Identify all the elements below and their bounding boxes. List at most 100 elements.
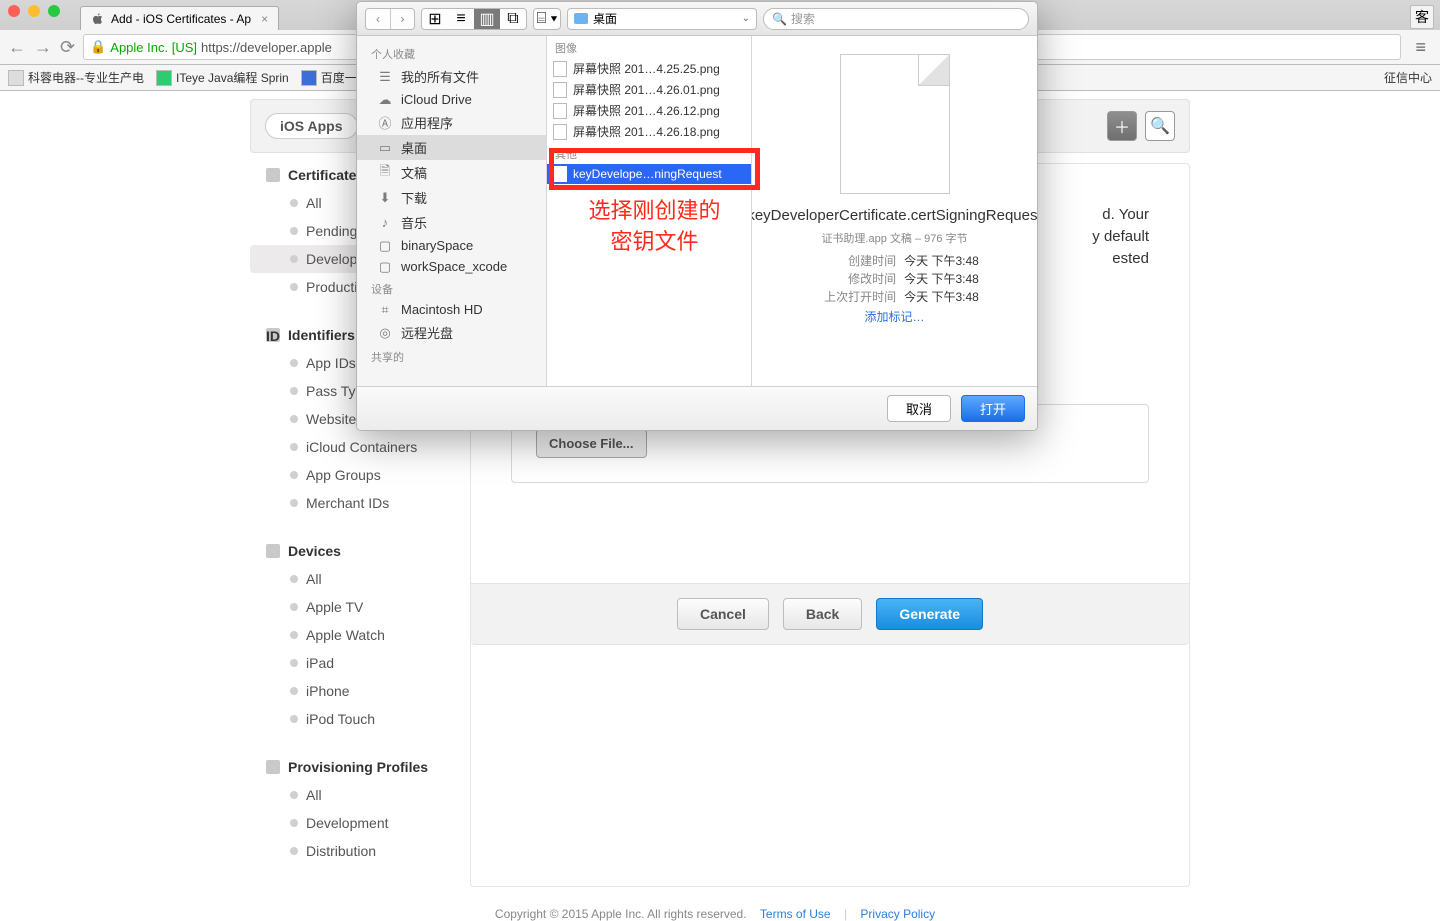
sidebar-item-devices-all[interactable]: All	[250, 565, 470, 593]
music-icon: ♪	[377, 216, 393, 230]
file-row-selected[interactable]: keyDevelope…ningRequest	[547, 164, 751, 184]
sidebar-item-appletv[interactable]: Apple TV	[250, 593, 470, 621]
profile-avatar[interactable]: 客	[1410, 5, 1434, 29]
sidebar-item-pp-dev[interactable]: Development	[250, 809, 470, 837]
section-title: Certificates	[288, 167, 364, 183]
group-icon[interactable]: ⌸ ▾	[534, 9, 560, 29]
action-buttons: Cancel Back Generate	[471, 583, 1189, 645]
bookmark-item[interactable]: 征信中心	[1384, 69, 1432, 86]
close-window-icon[interactable]	[8, 5, 20, 17]
cloud-icon: ☁	[377, 93, 393, 107]
file-row[interactable]: 屏幕快照 201…4.26.18.png	[547, 121, 751, 142]
fav-documents[interactable]: 🗎文稿	[357, 160, 546, 185]
view-columns-icon[interactable]: ▥	[474, 9, 500, 29]
fav-desktop[interactable]: ▭桌面	[357, 135, 546, 160]
page-icon	[8, 70, 24, 86]
favorites-header: 个人收藏	[357, 42, 546, 64]
finder-footer: 取消 打开	[357, 386, 1037, 430]
nav-forward-icon[interactable]: ›	[390, 9, 414, 29]
disc-icon: ◎	[377, 326, 393, 340]
choose-file-button[interactable]: Choose File...	[536, 429, 647, 458]
sidebar-item-pp-all[interactable]: All	[250, 781, 470, 809]
lock-icon: 🔒	[90, 39, 106, 55]
sidebar-item-merchant[interactable]: Merchant IDs	[250, 489, 470, 517]
fav-binaryspace[interactable]: ▢binarySpace	[357, 235, 546, 256]
bookmark-item[interactable]: 科蓉电器--专业生产电	[8, 69, 144, 86]
fav-apps[interactable]: Ⓐ应用程序	[357, 110, 546, 135]
add-tag-link[interactable]: 添加标记…	[864, 308, 924, 325]
close-tab-icon[interactable]: ×	[261, 12, 268, 26]
browser-tab[interactable]: Add - iOS Certificates - Ap ×	[80, 6, 279, 30]
page-icon	[156, 70, 172, 86]
file-row[interactable]: 屏幕快照 201…4.26.01.png	[547, 79, 751, 100]
nav-segment: ‹ ›	[365, 8, 415, 30]
chevron-down-icon: ⌄	[742, 13, 750, 24]
id-icon: ID	[266, 328, 280, 342]
sidebar-item-ipad[interactable]: iPad	[250, 649, 470, 677]
cert-file-icon	[553, 166, 567, 182]
preview-filename: keyDeveloperCertificate.certSigningReque…	[752, 206, 1037, 226]
section-title: Provisioning Profiles	[288, 759, 428, 775]
url-text: https://developer.apple	[201, 40, 332, 55]
file-row[interactable]: 屏幕快照 201…4.25.25.png	[547, 58, 751, 79]
apple-favicon-icon	[91, 12, 105, 26]
minimize-window-icon[interactable]	[28, 5, 40, 17]
allfiles-icon: ☰	[377, 70, 393, 84]
forward-button[interactable]: →	[34, 37, 52, 58]
generate-button[interactable]: Generate	[876, 598, 983, 630]
dev-hd[interactable]: ⌗Macintosh HD	[357, 299, 546, 320]
section-title: Devices	[288, 543, 341, 559]
image-file-icon	[553, 61, 567, 77]
add-button[interactable]: ＋	[1107, 111, 1137, 141]
nav-back-icon[interactable]: ‹	[366, 9, 390, 29]
sidebar-item-appgroups[interactable]: App Groups	[250, 461, 470, 489]
folder-icon	[574, 13, 588, 24]
sidebar-item-ipod[interactable]: iPod Touch	[250, 705, 470, 733]
fav-allfiles[interactable]: ☰我的所有文件	[357, 64, 546, 89]
view-coverflow-icon[interactable]: ⧉	[500, 9, 526, 29]
back-button[interactable]: ←	[8, 37, 26, 58]
desktop-icon: ▭	[377, 141, 393, 155]
sidebar-item-applewatch[interactable]: Apple Watch	[250, 621, 470, 649]
finder-search-input[interactable]: 🔍 搜索	[763, 8, 1029, 30]
cancel-button[interactable]: Cancel	[677, 598, 769, 630]
file-open-dialog: ‹ › ⊞ ≡ ▥ ⧉ ⌸ ▾ 桌面 ⌄ 🔍 搜索 个人收藏 ☰我的所有文件 ☁…	[356, 1, 1038, 431]
folder-icon: ▢	[377, 260, 393, 274]
search-icon: 🔍	[772, 12, 787, 26]
view-icons-icon[interactable]: ⊞	[422, 9, 448, 29]
privacy-link[interactable]: Privacy Policy	[860, 907, 935, 921]
image-file-icon	[553, 124, 567, 140]
view-list-icon[interactable]: ≡	[448, 9, 474, 29]
sidebar-item-icloud[interactable]: iCloud Containers	[250, 433, 470, 461]
ios-apps-pill[interactable]: iOS Apps	[265, 113, 358, 139]
dev-remote[interactable]: ◎远程光盘	[357, 320, 546, 345]
zoom-window-icon[interactable]	[48, 5, 60, 17]
fav-icloud[interactable]: ☁iCloud Drive	[357, 89, 546, 110]
folder-icon: ▢	[377, 239, 393, 253]
bookmark-item[interactable]: ITeye Java编程 Sprin	[156, 69, 289, 86]
image-file-icon	[553, 103, 567, 119]
finder-cancel-button[interactable]: 取消	[887, 395, 951, 422]
sidebar-item-iphone[interactable]: iPhone	[250, 677, 470, 705]
view-segment: ⊞ ≡ ▥ ⧉	[421, 8, 527, 30]
fav-music[interactable]: ♪音乐	[357, 210, 546, 235]
location-dropdown[interactable]: 桌面 ⌄	[567, 8, 757, 30]
sidebar-item-pp-dist[interactable]: Distribution	[250, 837, 470, 865]
secure-origin: Apple Inc. [US]	[110, 40, 197, 55]
file-row[interactable]: 屏幕快照 201…4.26.12.png	[547, 100, 751, 121]
menu-icon[interactable]: ≡	[1409, 37, 1432, 58]
col-header-images: 图像	[547, 36, 751, 58]
reload-button[interactable]: ⟳	[60, 37, 75, 58]
finder-open-button[interactable]: 打开	[961, 395, 1025, 422]
fav-downloads[interactable]: ⬇下载	[357, 185, 546, 210]
shared-header: 共享的	[357, 345, 546, 367]
search-button[interactable]: 🔍	[1145, 111, 1175, 141]
fav-workspace[interactable]: ▢workSpace_xcode	[357, 256, 546, 277]
downloads-icon: ⬇	[377, 191, 393, 205]
finder-sidebar: 个人收藏 ☰我的所有文件 ☁iCloud Drive Ⓐ应用程序 ▭桌面 🗎文稿…	[357, 36, 547, 386]
back-button[interactable]: Back	[783, 598, 862, 630]
terms-link[interactable]: Terms of Use	[760, 907, 831, 921]
section-title: Identifiers	[288, 327, 355, 343]
bookmark-item[interactable]: 百度一	[301, 69, 357, 86]
cert-icon	[266, 168, 280, 182]
